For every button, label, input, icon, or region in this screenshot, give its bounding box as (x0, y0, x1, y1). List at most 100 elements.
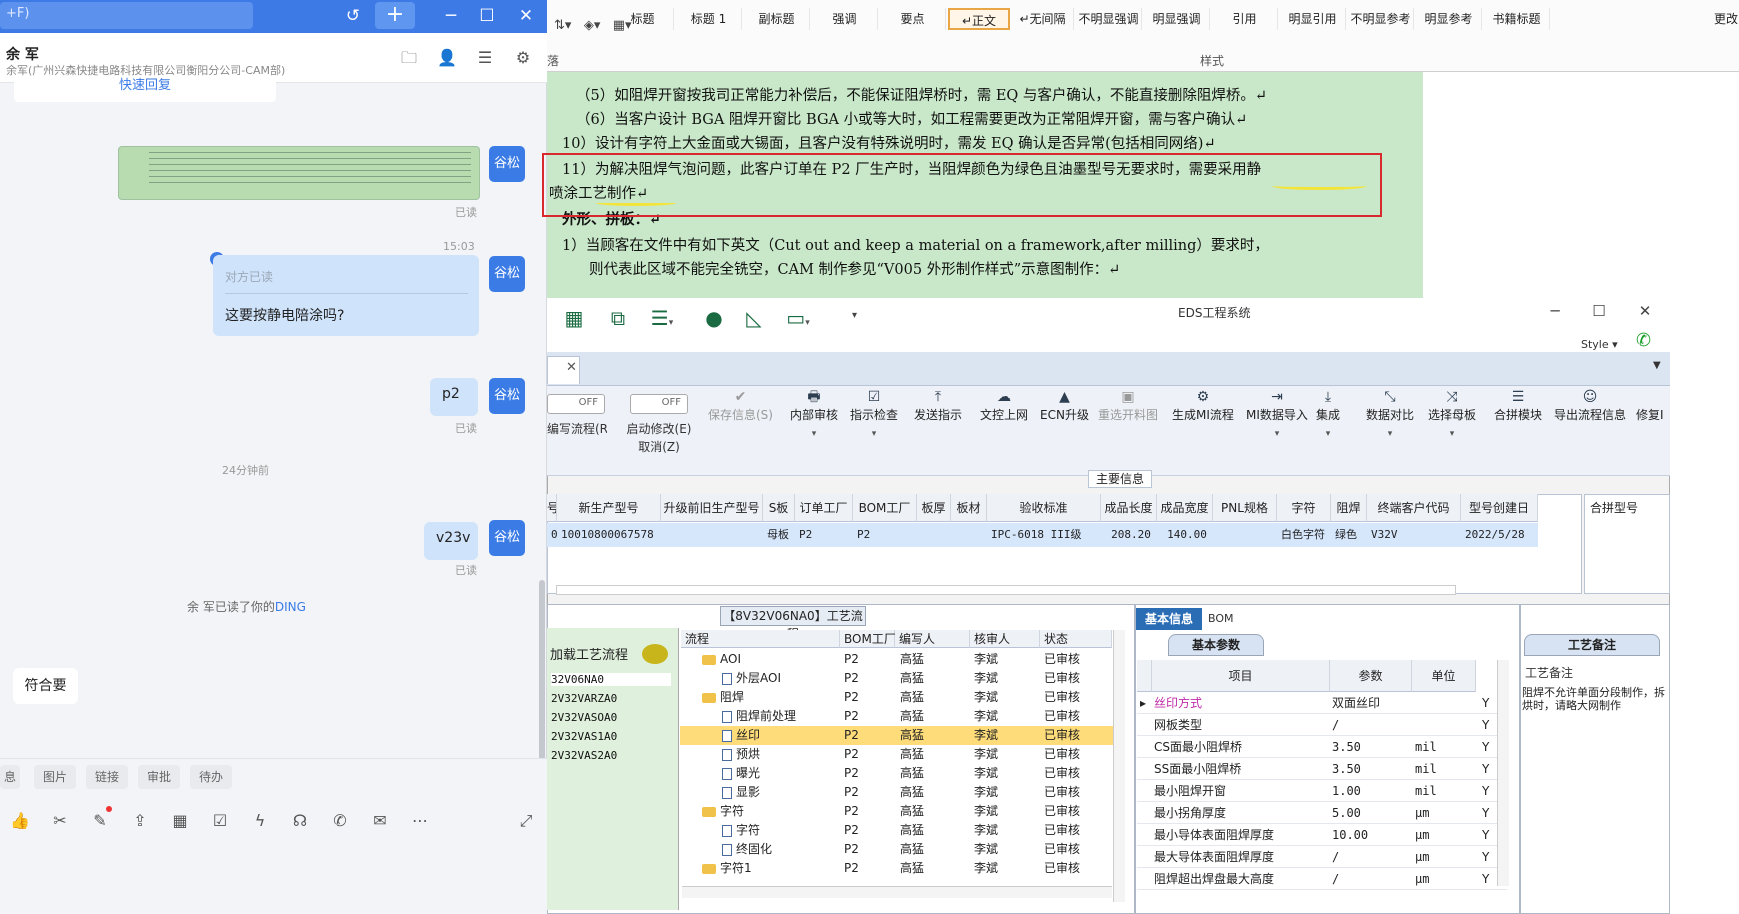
maximize-icon[interactable]: ☐ (1584, 302, 1614, 322)
param-header[interactable]: 参数 (1330, 660, 1412, 692)
process-row[interactable]: 显影 P2 高猛 李斌 已审核 (680, 783, 1120, 802)
grid-header[interactable]: 号 (547, 494, 557, 522)
lightning-icon[interactable]: ϟ (248, 810, 272, 832)
process-row[interactable]: 阻焊 P2 高猛 李斌 已审核 (680, 688, 1120, 707)
grid-header[interactable]: 型号创建日 (1461, 494, 1538, 522)
vertical-scrollbar[interactable] (1113, 630, 1125, 902)
copy-icon[interactable]: ⧉ (604, 306, 632, 332)
lot-item[interactable]: 32V06NA0 (551, 673, 671, 686)
style-8[interactable]: 明显强调 (1144, 8, 1210, 30)
process-header[interactable]: 状态 (1040, 630, 1112, 648)
chip-image[interactable]: 图片 (34, 765, 76, 789)
minimize-icon[interactable]: ─ (436, 0, 466, 33)
grid-cell[interactable]: P2 (853, 523, 917, 547)
grid-cell[interactable] (661, 523, 763, 547)
tool-1[interactable]: 🖶 内部审核 ▾ (790, 388, 838, 439)
grid-cell[interactable]: IPC-6018 III级 (987, 523, 1101, 547)
style-2[interactable]: 副标题 (744, 8, 810, 30)
grid-cell[interactable]: 绿色 (1331, 523, 1367, 547)
customize-icon[interactable]: ▾ (852, 310, 857, 321)
param-value[interactable]: 10.00 (1332, 824, 1368, 846)
process-header[interactable]: 核审人 (970, 630, 1040, 648)
param-value[interactable]: 3.50 (1332, 736, 1361, 758)
grid-header[interactable]: 订单工厂 (795, 494, 853, 522)
tool-12[interactable]: ☰ 合拼模块 (1494, 388, 1542, 423)
caret-icon[interactable]: ▾ (1366, 429, 1414, 439)
style-10[interactable]: 明显引用 (1280, 8, 1346, 30)
avatar[interactable]: 谷松 (489, 520, 525, 556)
thumbs-up-icon[interactable]: 👍 (8, 810, 32, 832)
add-button[interactable]: + (375, 2, 415, 29)
param-header[interactable]: 单位 (1412, 660, 1476, 692)
search-input[interactable]: +F) (0, 2, 253, 29)
avatar[interactable]: 谷松 (489, 146, 525, 182)
grid-cell[interactable] (1213, 523, 1277, 547)
quick-reply-button[interactable]: 快速回复 (14, 76, 276, 102)
expand-icon[interactable]: ⤢ (514, 810, 538, 832)
avatar[interactable]: 谷松 (489, 378, 525, 414)
tool-2[interactable]: ☑ 指示检查 ▾ (850, 388, 898, 439)
param-row[interactable]: 网板类型 / Y (1137, 714, 1507, 736)
cancel-button[interactable]: 取消(Z) (630, 438, 688, 455)
grid-cell[interactable]: 140.00 (1157, 523, 1213, 547)
ding-link[interactable]: DING (275, 600, 306, 614)
tool-7[interactable]: ⚙ 生成MI流程 (1172, 388, 1234, 423)
param-value[interactable]: 双面丝印 (1332, 692, 1380, 714)
grid-cell[interactable]: 母板 (763, 523, 795, 547)
lot-item[interactable]: 2V32VAS2A0 (551, 749, 617, 762)
style-12[interactable]: 明显参考 (1416, 8, 1482, 30)
search-history-icon[interactable]: ☰ (474, 47, 496, 69)
grid-header[interactable]: S板 (763, 494, 795, 522)
grid-cell[interactable]: 208.20 (1101, 523, 1157, 547)
grid-cell[interactable]: 10010800067578 (557, 523, 661, 547)
mail-icon[interactable]: ✉ (368, 810, 392, 832)
calendar-icon[interactable]: ▦ (168, 810, 192, 832)
grid-header[interactable]: BOM工厂 (853, 494, 917, 522)
caret-icon[interactable]: ▾ (1428, 429, 1476, 439)
grid-header[interactable]: 升级前旧生产型号 (661, 494, 763, 522)
tool-14[interactable]: 修复I (1636, 388, 1664, 423)
chat-bubble-icon[interactable] (642, 644, 668, 664)
tool-11[interactable]: ⤨ 选择母板 ▾ (1428, 388, 1476, 439)
process-row[interactable]: 阻焊前处理 P2 高猛 李斌 已审核 (680, 707, 1120, 726)
history-icon[interactable]: ↺ (338, 0, 368, 33)
phone-icon[interactable]: ✆ (1636, 330, 1651, 351)
lot-item[interactable]: 2V32VARZA0 (551, 692, 617, 705)
param-row[interactable]: 最小拐角厚度 5.00 μm Y (1137, 802, 1507, 824)
tab-close-icon[interactable]: ✕ (566, 360, 577, 375)
grid-cell[interactable]: 白色字符 (1277, 523, 1331, 547)
maximize-icon[interactable]: ☐ (472, 0, 502, 33)
style-menu[interactable]: Style ▾ (1581, 338, 1618, 351)
param-value[interactable]: 1.00 (1332, 780, 1361, 802)
grid-header[interactable]: 终端客户代码 (1367, 494, 1461, 522)
param-value[interactable]: 5.00 (1332, 802, 1361, 824)
tool-10[interactable]: ⤡ 数据对比 ▾ (1366, 388, 1414, 439)
upload-icon[interactable]: ⇪ (128, 810, 152, 832)
horizontal-scrollbar[interactable] (682, 886, 1112, 898)
gear-icon[interactable]: ⚙ (512, 47, 534, 69)
param-row[interactable]: 阻焊超出焊盘最大高度 / μm Y (1137, 868, 1507, 890)
tab-menu-icon[interactable]: ▼ (1653, 360, 1661, 371)
close-icon[interactable]: ✕ (1630, 302, 1660, 322)
tool-8[interactable]: ⇥ MI数据导入 ▾ (1246, 388, 1308, 439)
grid-header[interactable]: 成品宽度 (1157, 494, 1213, 522)
user-icon[interactable]: ● (700, 306, 728, 332)
list-icon[interactable]: ☰▾ (648, 306, 676, 332)
process-row[interactable]: 丝印 P2 高猛 李斌 已审核 (680, 726, 1120, 745)
grid-header[interactable]: 字符 (1277, 494, 1331, 522)
style-11[interactable]: 不明显参考 (1348, 8, 1414, 30)
scissors-icon[interactable]: ✂ (48, 810, 72, 832)
tool-3[interactable]: ⤒ 发送指示 (914, 388, 962, 423)
grid-header[interactable]: 验收标准 (987, 494, 1101, 522)
toggle-write-process[interactable]: OFF (547, 394, 605, 414)
caret-icon[interactable]: ▾ (790, 429, 838, 439)
grid-cell[interactable] (917, 523, 951, 547)
process-row[interactable]: 预烘 P2 高猛 李斌 已审核 (680, 745, 1120, 764)
style-5[interactable]: ↵正文 (948, 8, 1010, 30)
grid-header[interactable]: PNL规格 (1213, 494, 1277, 522)
more-icon[interactable]: ⋯ (408, 810, 432, 832)
phone-icon[interactable]: ✆ (328, 810, 352, 832)
process-row[interactable]: 字符 P2 高猛 李斌 已审核 (680, 821, 1120, 840)
param-value[interactable]: / (1332, 868, 1339, 890)
close-icon[interactable]: ✕ (511, 0, 541, 33)
